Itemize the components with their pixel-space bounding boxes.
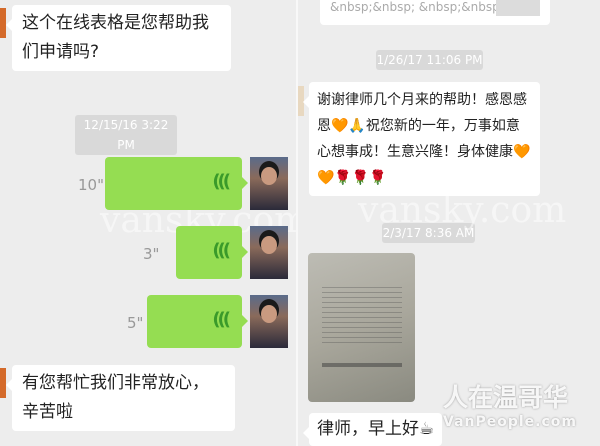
logo-cn: 人在温哥华 [443,383,569,412]
voice-duration: 5" [127,314,144,332]
message-text: 这个在线表格是您帮助我们申请吗? [22,13,209,62]
logo-en: VanPeople.com [443,414,577,430]
watermark: vansky.com [358,190,567,231]
left-chat-panel: 这个在线表格是您帮助我们申请吗? 12/15/16 3:22 PM vansky… [0,0,308,446]
incoming-message[interactable]: 谢谢律师几个月来的帮助！感恩感恩🧡🙏祝您新的一年，万事如意心想事成！生意兴隆！身… [303,82,540,196]
message-text: 有您帮忙我们非常放心，辛苦啦 [22,373,209,422]
voice-message[interactable]: ((( [147,295,248,348]
document-photo[interactable] [308,253,415,402]
voice-message[interactable]: ((( [105,157,248,210]
voice-duration: 3" [143,245,160,263]
right-chat-panel: &nbsp;&nbsp; &nbsp;&nbsp;... 1/26/17 11:… [298,0,600,446]
incoming-message[interactable]: 这个在线表格是您帮助我们申请吗? [6,5,231,71]
signature-line [322,363,402,367]
timestamp: 1/26/17 11:06 PM [376,50,483,70]
incoming-message[interactable]: 律师，早上好☕ [302,413,443,446]
incoming-message[interactable]: 有您帮忙我们非常放心，辛苦啦 [6,365,235,431]
document-text-lines [322,283,402,343]
voice-wave-icon: ((( [212,240,231,261]
voice-wave-icon: ((( [212,171,231,192]
message-text: 律师，早上好☕ [317,419,435,439]
my-avatar[interactable] [250,226,288,279]
timestamp: 12/15/16 3:22 PM [75,115,177,155]
message-text: 谢谢律师几个月来的帮助！感恩感恩🧡🙏祝您新的一年，万事如意心想事成！生意兴隆！身… [317,92,531,186]
vanpeople-logo: 人在温哥华 VanPeople.com [443,383,577,431]
my-avatar[interactable] [250,295,288,348]
voice-wave-icon: ((( [212,309,231,330]
link-snippet: &nbsp;&nbsp; &nbsp;&nbsp;... [330,0,516,14]
link-message[interactable]: &nbsp;&nbsp; &nbsp;&nbsp;... [320,0,550,25]
voice-duration: 10" [78,176,104,194]
link-thumbnail [496,0,540,16]
my-avatar[interactable] [250,157,288,210]
voice-message[interactable]: ((( [176,226,248,279]
